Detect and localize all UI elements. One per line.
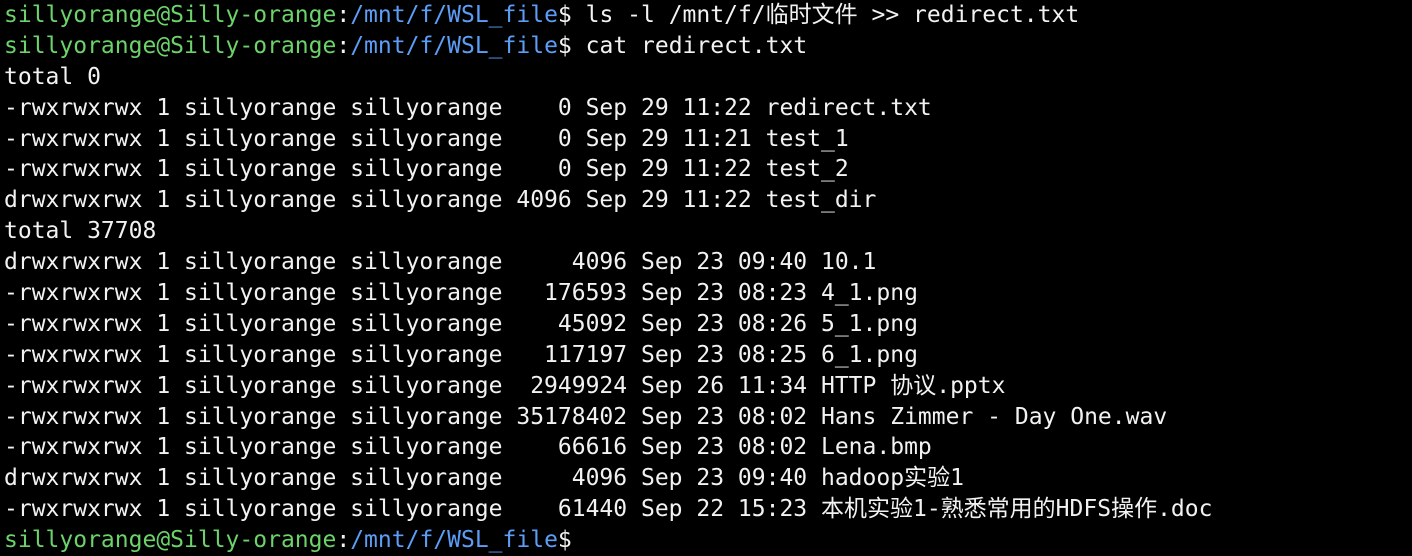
prompt-user-host: sillyorange@Silly-orange — [4, 32, 337, 59]
output-line: -rwxrwxrwx 1 sillyorange sillyorange 666… — [4, 434, 932, 461]
output-line: -rwxrwxrwx 1 sillyorange sillyorange 176… — [4, 280, 918, 307]
prompt-path: /mnt/f/WSL_file — [350, 527, 558, 554]
prompt-symbol: $ — [557, 32, 572, 59]
output-line: -rwxrwxrwx 1 sillyorange sillyorange 0 S… — [4, 156, 849, 183]
output-line: drwxrwxrwx 1 sillyorange sillyorange 409… — [4, 187, 877, 214]
prompt-path: /mnt/f/WSL_file — [350, 2, 558, 28]
output-line: total 0 — [4, 63, 101, 90]
prompt-user-host: sillyorange@Silly-orange — [4, 527, 337, 554]
prompt-symbol: $ — [557, 527, 572, 554]
output-line: -rwxrwxrwx 1 sillyorange sillyorange 294… — [4, 372, 1006, 399]
output-line: -rwxrwxrwx 1 sillyorange sillyorange 351… — [4, 403, 1168, 430]
prompt-line: sillyorange@Silly-orange:/mnt/f/WSL_file… — [4, 0, 1412, 31]
prompt-separator: : — [336, 32, 351, 59]
output-line: drwxrwxrwx 1 sillyorange sillyorange 409… — [4, 465, 964, 492]
output-line: -rwxrwxrwx 1 sillyorange sillyorange 450… — [4, 310, 918, 337]
prompt-separator: : — [336, 527, 351, 554]
prompt-line: sillyorange@Silly-orange:/mnt/f/WSL_file… — [4, 525, 1412, 556]
terminal-window[interactable]: sillyorange@Silly-orange:/mnt/f/WSL_file… — [0, 0, 1412, 553]
command-text: ls -l /mnt/f/临时文件 >> redirect.txt — [571, 2, 1080, 28]
prompt-line: sillyorange@Silly-orange:/mnt/f/WSL_file… — [4, 31, 1412, 62]
prompt-symbol: $ — [557, 2, 572, 28]
command-text: cat redirect.txt — [571, 32, 808, 59]
output-line: -rwxrwxrwx 1 sillyorange sillyorange 0 S… — [4, 125, 849, 152]
output-line: total 37708 — [4, 218, 157, 245]
output-line: -rwxrwxrwx 1 sillyorange sillyorange 117… — [4, 341, 918, 368]
prompt-separator: : — [336, 2, 351, 28]
output-line: drwxrwxrwx 1 sillyorange sillyorange 409… — [4, 249, 877, 276]
prompt-path: /mnt/f/WSL_file — [350, 32, 558, 59]
output-line: -rwxrwxrwx 1 sillyorange sillyorange 0 S… — [4, 94, 932, 121]
output-line: -rwxrwxrwx 1 sillyorange sillyorange 614… — [4, 496, 1213, 523]
prompt-user-host: sillyorange@Silly-orange — [4, 2, 337, 28]
